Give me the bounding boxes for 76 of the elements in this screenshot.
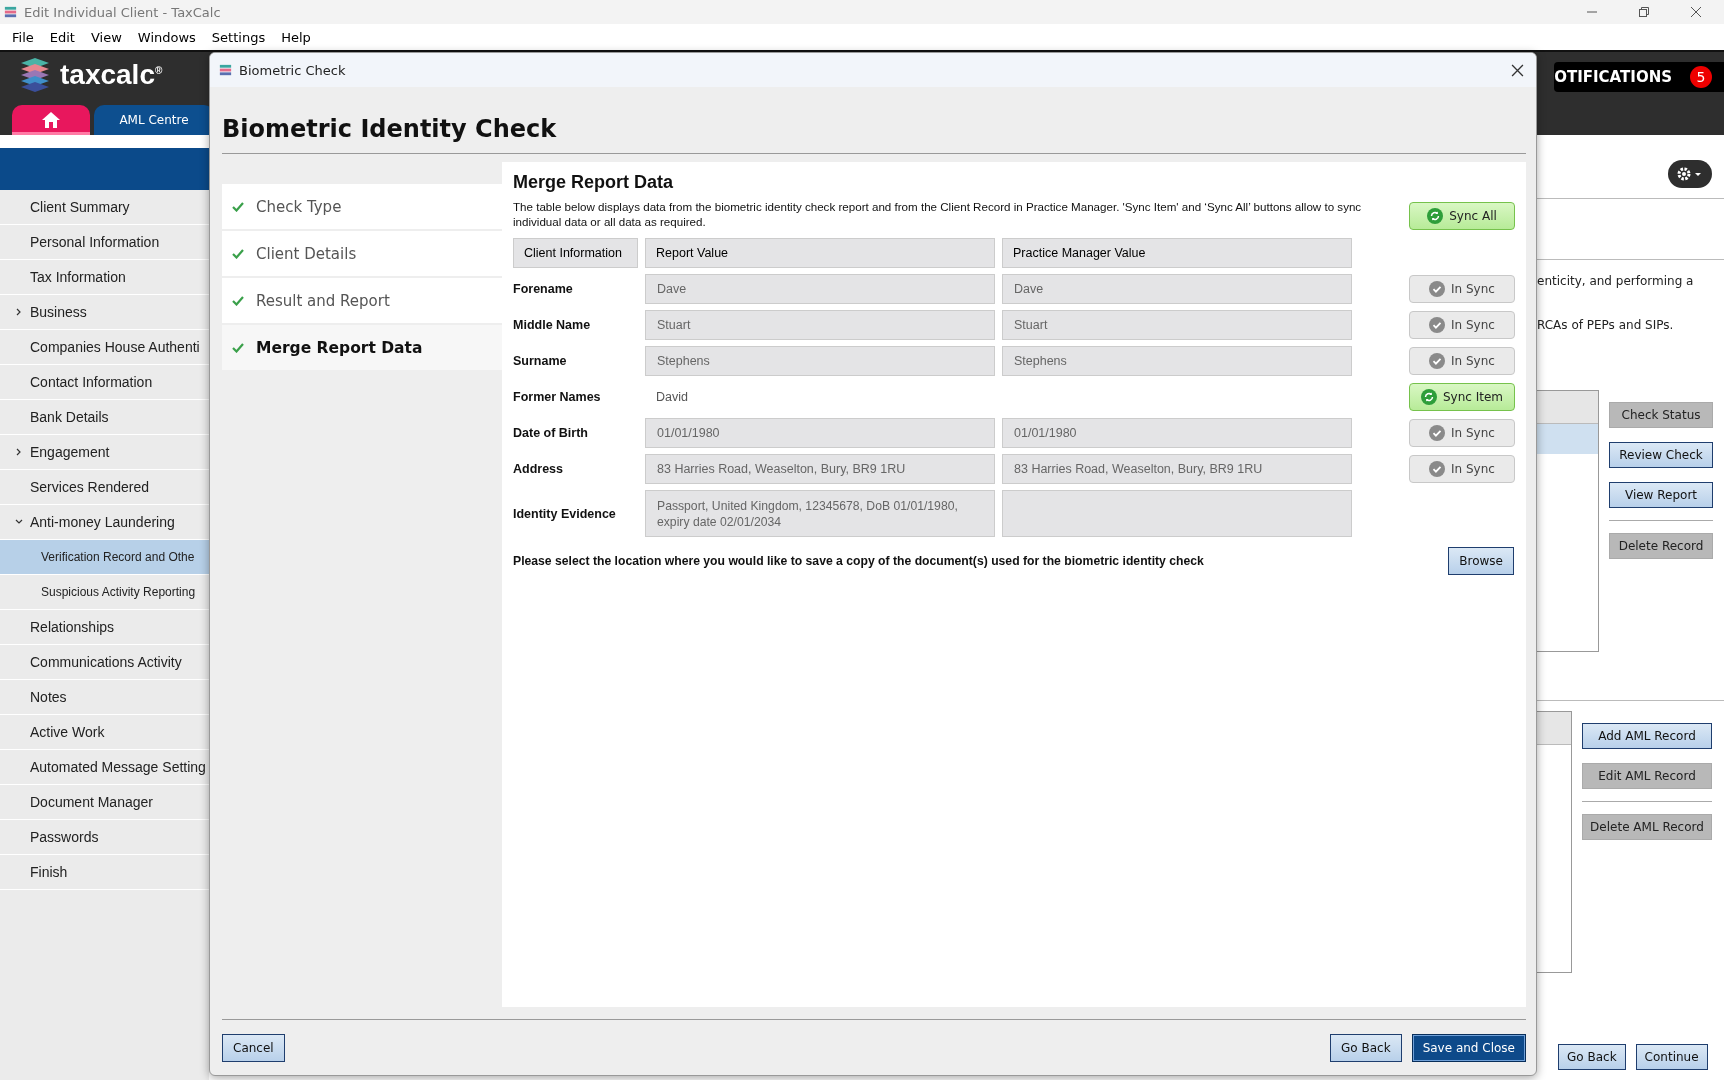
- row-label: Address: [513, 462, 565, 476]
- sync-button[interactable]: In Sync: [1409, 419, 1515, 447]
- wizard-step[interactable]: Result and Report: [222, 278, 502, 323]
- app-icon: [3, 4, 18, 20]
- column-header: Report Value: [645, 238, 995, 268]
- panel-button[interactable]: Review Check: [1609, 442, 1713, 468]
- window-title: Edit Individual Client - TaxCalc: [24, 4, 221, 20]
- sync-icon: [1427, 208, 1444, 224]
- value-field: Dave: [645, 274, 995, 304]
- menu-item[interactable]: File: [4, 29, 42, 45]
- sync-button[interactable]: In Sync: [1409, 455, 1515, 483]
- description-text: The table below displays data from the biometric identity check report and from the Client Record in Practice Manager. 'Sync Item' and ‘Sync All’ buttons allow to sync individual data or all data as required.: [513, 199, 1363, 229]
- value-field: Passport, United Kingdom, 12345678, DoB 01/01/1980, expiry date 02/01/2034: [645, 490, 995, 537]
- wizard-step[interactable]: Check Type: [222, 184, 502, 229]
- menu-item[interactable]: Edit: [41, 29, 83, 45]
- check-icon: [1429, 353, 1446, 369]
- sync-all-button[interactable]: Sync All: [1409, 202, 1515, 230]
- check-icon: [1429, 317, 1446, 333]
- close-icon[interactable]: [1690, 6, 1702, 18]
- value-field: 83 Harries Road, Weaselton, Bury, BR9 1RU: [1002, 454, 1352, 484]
- description-text: enticity, and performing a: [1537, 274, 1695, 290]
- browse-button[interactable]: Browse: [1448, 547, 1514, 575]
- section-title: Merge Report Data: [513, 172, 675, 193]
- app-icon: [218, 62, 233, 78]
- wizard-step[interactable]: Client Details: [222, 231, 502, 276]
- footer-button[interactable]: Cancel: [222, 1033, 285, 1062]
- settings-button[interactable]: [1668, 160, 1712, 188]
- value-field: 01/01/1980: [1002, 418, 1352, 448]
- maximize-icon[interactable]: [1638, 6, 1650, 18]
- value-field: Dave: [1002, 274, 1352, 304]
- panel-button[interactable]: Add AML Record: [1582, 723, 1712, 749]
- header-tab[interactable]: [12, 105, 90, 135]
- value-field: 01/01/1980: [645, 418, 995, 448]
- home-icon: [41, 111, 61, 129]
- row-label: Identity Evidence: [513, 506, 617, 521]
- menu-item[interactable]: Help: [273, 29, 319, 45]
- nav-button[interactable]: Continue: [1635, 1044, 1708, 1070]
- sync-button[interactable]: In Sync: [1409, 275, 1515, 303]
- check-icon: [1429, 425, 1446, 441]
- sync-button[interactable]: In Sync: [1409, 347, 1515, 375]
- menu-item[interactable]: View: [82, 29, 130, 45]
- close-icon[interactable]: [1511, 63, 1524, 77]
- wizard-step[interactable]: Merge Report Data: [222, 325, 502, 370]
- save-prompt: Please select the location where you would like to save a copy of the document(s) used for the biometric identity check: [513, 554, 1204, 568]
- value-field: 83 Harries Road, Weaselton, Bury, BR9 1RU: [645, 454, 995, 484]
- column-header: Client Information: [513, 238, 638, 268]
- logo-text: taxcalc$^{®}$: [60, 59, 163, 91]
- menu-item[interactable]: Settings: [203, 29, 274, 45]
- row-label: Date of Birth: [513, 426, 589, 440]
- footer-button[interactable]: Go Back: [1330, 1033, 1402, 1062]
- sidebar-item[interactable]: Verification Record and Othe: [0, 540, 209, 575]
- sync-button[interactable]: Sync Item: [1409, 383, 1515, 411]
- nav-button[interactable]: Go Back: [1558, 1044, 1626, 1070]
- check-icon: [1429, 461, 1446, 477]
- row-label: Former Names: [513, 390, 602, 404]
- footer-button[interactable]: Save and Close: [1411, 1033, 1526, 1062]
- dialog-heading: Biometric Identity Check: [222, 115, 558, 143]
- settings-icon: [1676, 166, 1704, 182]
- sync-icon: [1420, 389, 1437, 405]
- value-text: David: [656, 390, 688, 404]
- check-icon: [1429, 281, 1446, 297]
- sync-button[interactable]: In Sync: [1409, 311, 1515, 339]
- description-text: RCAs of PEPs and SIPs.: [1537, 318, 1675, 334]
- panel-button[interactable]: View Report: [1609, 482, 1713, 508]
- value-field: Stuart: [645, 310, 995, 340]
- row-label: Middle Name: [513, 318, 592, 332]
- value-field: Stephens: [1002, 346, 1352, 376]
- notifications-button[interactable]: OTIFICATIONS 5: [1554, 62, 1724, 92]
- menu-item[interactable]: Windows: [129, 29, 204, 45]
- row-label: Forename: [513, 282, 574, 296]
- value-field: Stephens: [645, 346, 995, 376]
- dialog-title: Biometric Check: [239, 62, 346, 78]
- value-field: Stuart: [1002, 310, 1352, 340]
- count-badge: 5: [1690, 66, 1712, 88]
- row-label: Surname: [513, 354, 568, 368]
- column-header: Practice Manager Value: [1002, 238, 1352, 268]
